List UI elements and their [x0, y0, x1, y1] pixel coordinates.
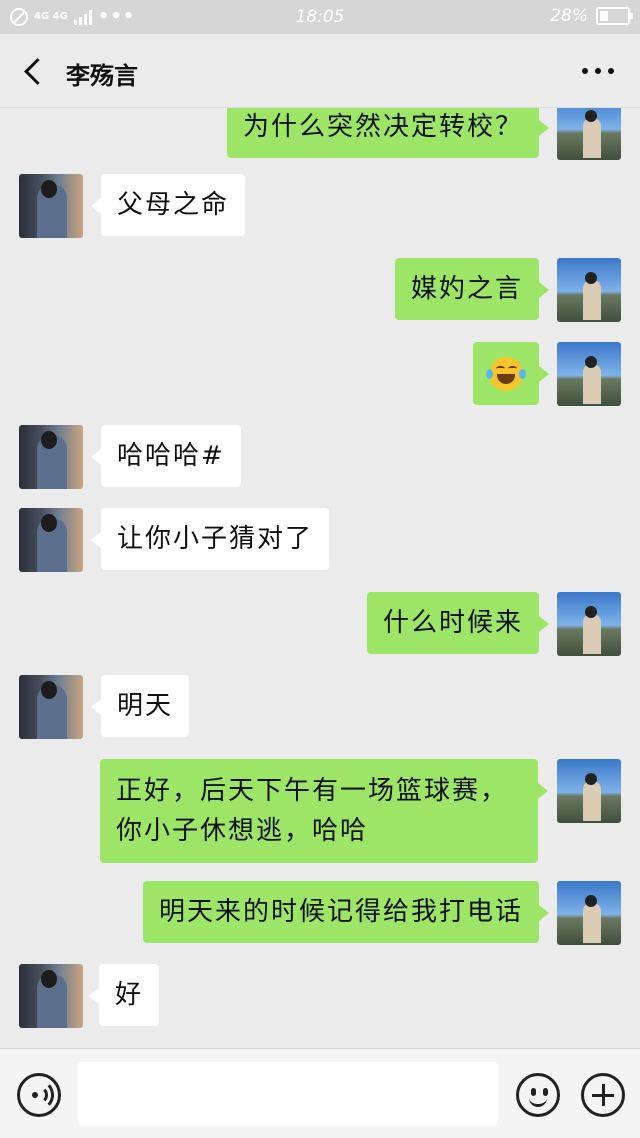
- avatar-self[interactable]: [557, 592, 621, 656]
- message-bubble-sent[interactable]: 明天来的时候记得给我打电话: [142, 881, 550, 943]
- message-text: 父母之命: [117, 190, 230, 220]
- message-text: 什么时候来: [382, 608, 523, 638]
- message-bubble-sent[interactable]: 什么时候来: [366, 592, 550, 654]
- message-bubble-sent[interactable]: 为什么突然决定转校？: [226, 108, 550, 158]
- message-text: 哈哈哈#: [117, 441, 225, 471]
- chat-header: 李殇言: [0, 34, 640, 108]
- message-bubble-received[interactable]: 让你小子猜对了: [90, 508, 330, 570]
- status-right: 28%: [550, 6, 633, 26]
- message-bubble-sent[interactable]: 正好，后天下午有一场篮球赛，你小子休想逃，哈哈: [100, 759, 548, 863]
- avatar-self[interactable]: [557, 108, 621, 160]
- avatar-contact[interactable]: [19, 425, 83, 489]
- plus-icon[interactable]: [581, 1073, 625, 1117]
- message-list[interactable]: 为什么突然决定转校？ 父母之命 媒妁之言 哈哈哈# 让你小子猜对了 什么时候来 …: [0, 108, 640, 1048]
- battery-percent: 28%: [550, 6, 588, 26]
- more-dots-icon[interactable]: [582, 60, 614, 80]
- avatar-self[interactable]: [557, 342, 621, 406]
- message-text: 正好，后天下午有一场篮球赛，你小子休想逃，哈哈: [116, 776, 509, 846]
- battery-icon: [596, 7, 633, 25]
- avatar-self[interactable]: [557, 759, 621, 823]
- message-text: 明天: [117, 691, 174, 721]
- laughing-tears-emoji-icon: [486, 356, 526, 391]
- message-bubble-sent[interactable]: [473, 342, 549, 405]
- message-text: 媒妁之言: [410, 274, 523, 304]
- avatar-contact[interactable]: [19, 675, 83, 739]
- message-bubble-received[interactable]: 父母之命: [90, 174, 246, 236]
- chat-title: 李殇言: [66, 62, 138, 90]
- input-bar: [0, 1048, 640, 1138]
- message-text: 明天来的时候记得给我打电话: [158, 897, 523, 927]
- status-time: 18:05: [295, 7, 345, 27]
- message-bubble-received[interactable]: 明天: [90, 675, 190, 737]
- message-text: 好: [115, 980, 144, 1010]
- status-bar: 4G 4G ••• 18:05 28%: [0, 0, 640, 34]
- message-input[interactable]: [78, 1062, 498, 1126]
- avatar-self[interactable]: [557, 258, 621, 322]
- message-text: 让你小子猜对了: [117, 524, 314, 554]
- message-bubble-received[interactable]: 好: [88, 964, 160, 1026]
- message-bubble-sent[interactable]: 媒妁之言: [394, 258, 550, 320]
- voice-icon[interactable]: [17, 1073, 61, 1117]
- emoji-icon[interactable]: [516, 1073, 560, 1117]
- message-text: 为什么突然决定转校？: [242, 112, 523, 142]
- avatar-contact[interactable]: [19, 174, 83, 238]
- chevron-left-icon[interactable]: [18, 56, 48, 86]
- avatar-contact[interactable]: [19, 964, 83, 1028]
- avatar-contact[interactable]: [19, 508, 83, 572]
- message-bubble-received[interactable]: 哈哈哈#: [91, 425, 241, 487]
- avatar-self[interactable]: [557, 881, 621, 945]
